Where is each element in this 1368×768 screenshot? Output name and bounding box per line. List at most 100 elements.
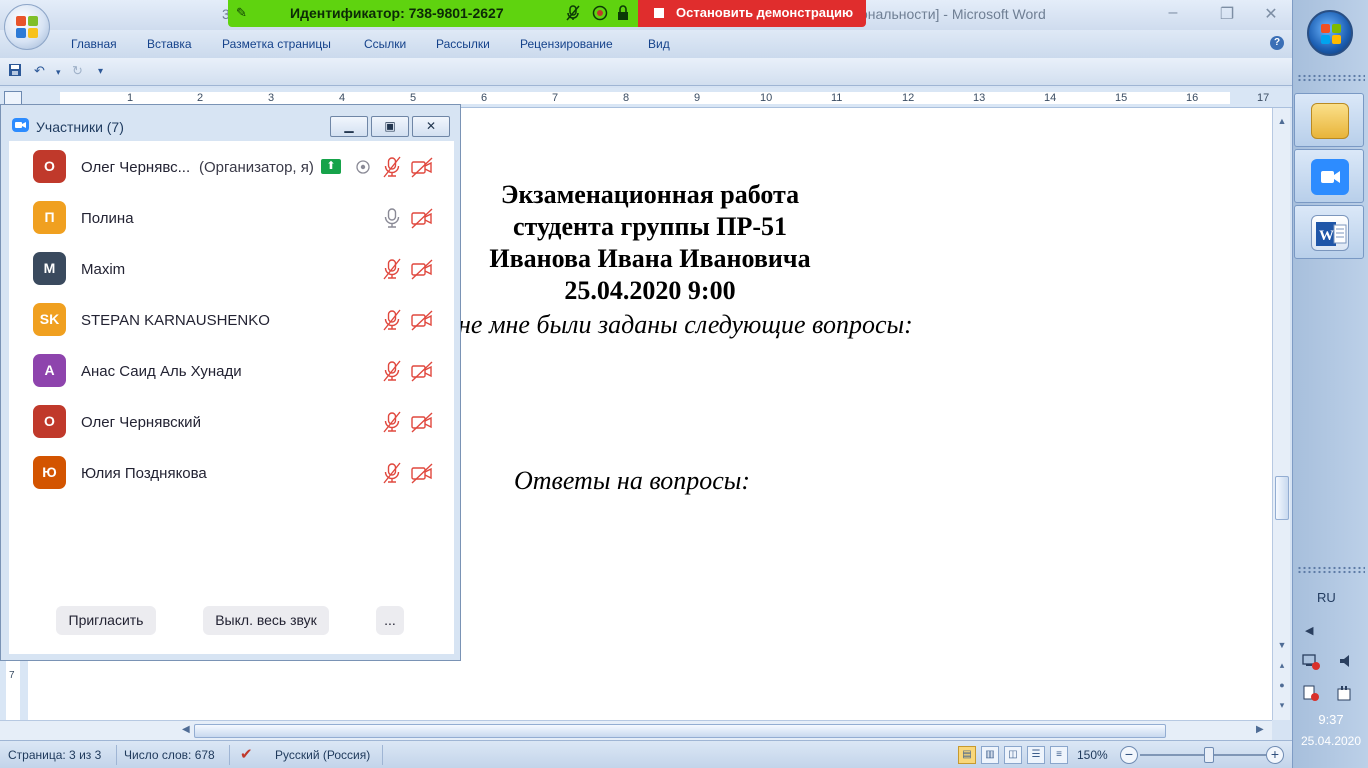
- horizontal-scroll-thumb[interactable]: [194, 724, 1166, 738]
- ruler-number: 7: [552, 92, 559, 104]
- annotate-icon[interactable]: ✎: [236, 5, 247, 21]
- full-screen-reading-icon[interactable]: ▥: [981, 746, 999, 764]
- record-icon[interactable]: [592, 5, 608, 24]
- zoom-slider-track[interactable]: [1140, 754, 1266, 756]
- zoom-out-button[interactable]: −: [1120, 746, 1138, 764]
- clock-date[interactable]: 25.04.2020: [1293, 734, 1368, 748]
- ruler-number: 12: [902, 92, 915, 104]
- video-off-icon[interactable]: [410, 309, 434, 331]
- scroll-up-icon[interactable]: ▲: [1273, 116, 1291, 126]
- language-indicator[interactable]: RU: [1317, 590, 1336, 605]
- share-toolbar-info: ✎ Идентификатор: 738-9801-2627: [228, 0, 638, 27]
- tab-selector[interactable]: [4, 91, 22, 105]
- start-button[interactable]: [1307, 10, 1353, 56]
- video-off-icon[interactable]: [410, 207, 434, 229]
- zoom-app-icon: [1311, 159, 1349, 195]
- scroll-down-icon[interactable]: ▼: [1273, 640, 1291, 650]
- prev-page-icon[interactable]: ▴: [1273, 660, 1291, 671]
- mic-muted-icon[interactable]: [380, 258, 404, 280]
- participant-row[interactable]: Ю Юлия Позднякова: [9, 447, 454, 498]
- taskbar-explorer[interactable]: [1294, 93, 1364, 147]
- taskbar-zoom[interactable]: [1294, 149, 1364, 203]
- zoom-slider-knob[interactable]: [1204, 747, 1214, 763]
- stop-share-button[interactable]: Остановить демонстрацию: [638, 0, 866, 27]
- vertical-scroll-thumb[interactable]: [1275, 476, 1289, 520]
- participant-row[interactable]: О Олег Чернявский: [9, 396, 454, 447]
- doc-answers-heading: Ответы на вопросы:: [514, 466, 751, 495]
- tab-mailings[interactable]: Рассылки: [436, 37, 490, 51]
- undo-icon[interactable]: ↶: [34, 63, 45, 79]
- mic-muted-icon[interactable]: [380, 462, 404, 484]
- mic-muted-icon[interactable]: [380, 156, 404, 178]
- avatar: M: [33, 252, 66, 285]
- lock-icon[interactable]: [616, 5, 630, 24]
- tab-view[interactable]: Вид: [648, 37, 670, 51]
- tab-page-layout[interactable]: Разметка страницы: [222, 37, 331, 51]
- video-off-icon[interactable]: [410, 411, 434, 433]
- participant-row[interactable]: П Полина: [9, 192, 454, 243]
- mute-all-button[interactable]: Выкл. весь звук: [203, 606, 329, 635]
- doc-question-line: не мне были заданы следующие вопросы:: [458, 310, 913, 339]
- save-icon[interactable]: [8, 63, 22, 80]
- action-center-icon[interactable]: [1301, 684, 1321, 705]
- print-layout-view-icon[interactable]: ▤: [958, 746, 976, 764]
- mic-muted-icon[interactable]: [566, 5, 580, 24]
- video-off-icon[interactable]: [410, 360, 434, 382]
- help-icon[interactable]: ?: [1270, 36, 1284, 50]
- participant-row[interactable]: О Олег Чернявс... (Организатор, я) ⬆: [9, 141, 454, 192]
- mic-on-icon[interactable]: [380, 207, 404, 229]
- clock-time[interactable]: 9:37: [1293, 712, 1368, 727]
- web-layout-icon[interactable]: ◫: [1004, 746, 1022, 764]
- ruler-number: 11: [831, 92, 843, 104]
- invite-button[interactable]: Пригласить: [56, 606, 156, 635]
- status-page[interactable]: Страница: 3 из 3: [8, 748, 101, 762]
- mic-muted-icon[interactable]: [380, 309, 404, 331]
- stop-share-label: Остановить демонстрацию: [676, 5, 854, 20]
- panel-close-button[interactable]: ✕: [412, 116, 450, 137]
- tab-home[interactable]: Главная: [71, 37, 117, 51]
- participant-row[interactable]: M Maxim: [9, 243, 454, 294]
- status-divider: [229, 745, 230, 765]
- mic-muted-icon[interactable]: [380, 360, 404, 382]
- scroll-right-icon[interactable]: ▶: [1256, 724, 1264, 735]
- tab-insert[interactable]: Вставка: [147, 37, 192, 51]
- taskbar-grip[interactable]: [1297, 74, 1365, 82]
- volume-icon[interactable]: [1337, 652, 1355, 673]
- outline-view-icon[interactable]: ☰: [1027, 746, 1045, 764]
- tab-review[interactable]: Рецензирование: [520, 37, 613, 51]
- next-page-icon[interactable]: ▾: [1273, 700, 1291, 711]
- power-icon[interactable]: [1335, 684, 1355, 705]
- video-off-icon[interactable]: [410, 258, 434, 280]
- browse-object-icon[interactable]: ●: [1273, 680, 1291, 690]
- status-word-count[interactable]: Число слов: 678: [124, 748, 215, 762]
- show-hidden-icons[interactable]: ◀: [1305, 624, 1313, 637]
- taskbar-word[interactable]: W: [1294, 205, 1364, 259]
- proofing-icon[interactable]: ✔: [240, 745, 253, 763]
- office-button[interactable]: [4, 4, 50, 50]
- panel-restore-button[interactable]: ▣: [371, 116, 409, 137]
- scroll-left-icon[interactable]: ◀: [182, 724, 190, 735]
- draft-view-icon[interactable]: ≡: [1050, 746, 1068, 764]
- zoom-level[interactable]: 150%: [1077, 748, 1108, 762]
- minimize-button[interactable]: –: [1158, 4, 1188, 22]
- maximize-button[interactable]: ❐: [1212, 4, 1242, 24]
- mic-muted-icon[interactable]: [380, 411, 404, 433]
- more-options-button[interactable]: ...: [376, 606, 404, 635]
- close-button[interactable]: ✕: [1256, 4, 1286, 24]
- zoom-in-button[interactable]: +: [1266, 746, 1284, 764]
- network-icon[interactable]: [1301, 652, 1321, 673]
- status-language[interactable]: Русский (Россия): [275, 748, 370, 762]
- panel-minimize-button[interactable]: ▁: [330, 116, 368, 137]
- participant-row[interactable]: SK STEPAN KARNAUSHENKO: [9, 294, 454, 345]
- vertical-scrollbar[interactable]: ▲ ▼ ▴ ● ▾: [1272, 108, 1290, 720]
- undo-dropdown-icon[interactable]: ▾: [56, 67, 61, 78]
- taskbar-grip[interactable]: [1297, 566, 1365, 574]
- folder-icon: [1311, 103, 1349, 139]
- video-off-icon[interactable]: [410, 462, 434, 484]
- participant-row[interactable]: А Анас Саид Аль Хунади: [9, 345, 454, 396]
- redo-icon[interactable]: ↻: [72, 63, 83, 79]
- customize-qat-icon[interactable]: ▾: [98, 66, 103, 77]
- horizontal-scrollbar[interactable]: ◀ ▶: [0, 720, 1272, 740]
- video-off-icon[interactable]: [410, 156, 434, 178]
- tab-references[interactable]: Ссылки: [364, 37, 406, 51]
